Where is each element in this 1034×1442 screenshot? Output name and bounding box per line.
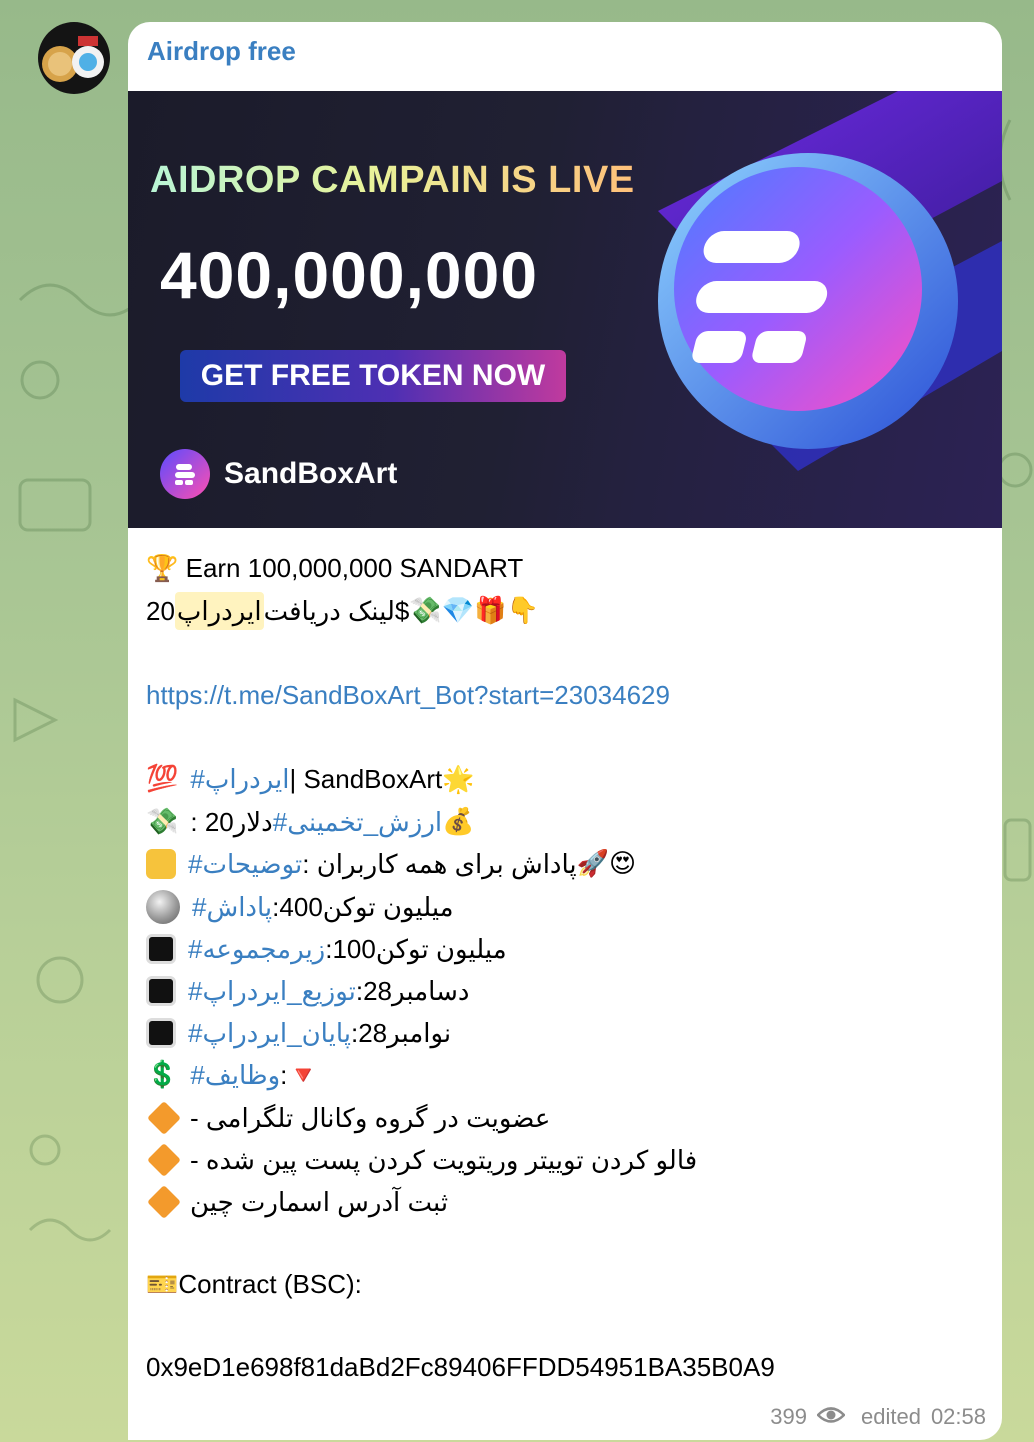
black-square-icon: [146, 934, 176, 964]
hundred-icon: 💯: [146, 764, 179, 794]
orange-diamond-icon: [147, 1101, 181, 1135]
hashtag-tasks[interactable]: #وظایف: [190, 1056, 280, 1094]
earn-line: 🏆 Earn 100,000,000 SANDART: [146, 553, 524, 583]
avatar-image: [42, 36, 104, 82]
intro-text: $لینک دریافت: [263, 596, 410, 626]
hashtag-airdrop[interactable]: #ایردراپ: [190, 760, 289, 798]
dollar-sign-icon: 💲: [146, 1060, 179, 1090]
hashtag-distribution[interactable]: #توزیع_ایردراپ: [188, 972, 356, 1010]
highlighted-word: ایردراپ: [174, 592, 264, 630]
task-item: عضویت در گروه وکانال تلگرامی -: [146, 1099, 550, 1137]
tag-line-text: | SandBoxArt🌟: [289, 764, 475, 794]
money-wings-icon: 💸: [146, 807, 179, 837]
bot-link[interactable]: https://t.me/SandBoxArt_Bot?start=230346…: [146, 676, 670, 714]
distribution-line: #توزیع_ایردراپ :28دسامبر: [146, 972, 469, 1010]
orange-diamond-icon: [147, 1143, 181, 1177]
banner-cta-label: GET FREE TOKEN NOW: [180, 350, 566, 402]
black-square-icon: [146, 1018, 176, 1048]
hashtag-referral[interactable]: #زیرمجموعه: [188, 930, 325, 968]
banner-brand-name: SandBoxArt: [224, 457, 398, 490]
promo-banner-image[interactable]: AIDROP CAMPAIN IS LIVE 400,000,000 GET F…: [128, 91, 1002, 528]
coin-icon: [146, 890, 180, 924]
money-bag-icon: 💰: [442, 807, 475, 837]
sandboxart-logo-icon: [160, 449, 210, 499]
rocket-heart-eyes-icon: 🚀😍: [576, 849, 637, 879]
view-count: 399: [770, 1404, 807, 1429]
tasks-text: :🔻: [280, 1060, 320, 1090]
channel-avatar[interactable]: [38, 22, 110, 94]
coin-illustration: [658, 91, 1002, 471]
task-text: ثبت آدرس اسمارت چین: [190, 1187, 449, 1217]
task-item: ثبت آدرس اسمارت چین: [146, 1183, 448, 1221]
black-square-icon: [146, 976, 176, 1006]
contract-label: 🎫Contract (BSC):: [146, 1269, 362, 1299]
banner-amount: 400,000,000: [160, 238, 539, 312]
tag-line: 💯 #ایردراپ | SandBoxArt🌟: [146, 760, 475, 798]
value-line: 💸 : 20دلار #ارزش_تخمینی 💰: [146, 803, 479, 841]
channel-name[interactable]: Airdrop free: [147, 36, 296, 67]
referral-text: :100میلیون توکن: [325, 934, 507, 964]
end-text: :28نوامبر: [350, 1018, 452, 1048]
message-meta: 399 edited 02:58: [770, 1404, 986, 1430]
intro-emojis: 💸💎🎁👇: [409, 596, 539, 626]
hashtag-reward[interactable]: #پاداش: [192, 888, 272, 926]
amount-prefix: 20: [146, 596, 175, 626]
hashtag-description[interactable]: #توضیحات: [188, 845, 302, 883]
task-item: فالو کردن توییتر وریتویت کردن پست پین شد…: [146, 1141, 697, 1179]
contract-address: 0x9eD1e698f81daBd2Fc89406FFDD54951BA35B0…: [146, 1352, 775, 1382]
banner-brand: SandBoxArt: [160, 449, 397, 499]
hashtag-end[interactable]: #پایان_ایردراپ: [188, 1014, 351, 1052]
reward-text: :400میلیون توکن: [272, 892, 454, 922]
description-line: #توضیحات : پاداش برای همه کاربران 🚀😍: [146, 845, 640, 883]
distribution-text: :28دسامبر: [355, 976, 470, 1006]
end-line: #پایان_ایردراپ :28نوامبر: [146, 1014, 451, 1052]
value-text: : 20دلار: [190, 807, 273, 837]
description-text: : پاداش برای همه کاربران: [302, 849, 577, 879]
hashtag-estimated-value[interactable]: #ارزش_تخمینی: [273, 803, 442, 841]
eye-icon: [816, 1404, 846, 1430]
banner-headline: AIDROP CAMPAIN IS LIVE: [150, 159, 635, 201]
yellow-square-icon: [146, 849, 176, 879]
edited-label: edited: [860, 1404, 921, 1429]
referral-line: #زیرمجموعه :100میلیون توکن: [146, 930, 507, 968]
reward-line: #پاداش :400میلیون توکن: [146, 888, 454, 926]
airdrop-link-intro: 20 ایردراپ $لینک دریافت 💸💎🎁👇: [146, 592, 543, 630]
task-text: عضویت در گروه وکانال تلگرامی -: [190, 1103, 551, 1133]
tasks-line: 💲 #وظایف :🔻: [146, 1056, 320, 1094]
message-bubble: Airdrop free AIDROP CAMPAIN IS LIVE 400,…: [128, 22, 1002, 1440]
task-text: فالو کردن توییتر وریتویت کردن پست پین شد…: [190, 1145, 698, 1175]
orange-diamond-icon: [147, 1185, 181, 1219]
message-time: 02:58: [930, 1404, 986, 1429]
